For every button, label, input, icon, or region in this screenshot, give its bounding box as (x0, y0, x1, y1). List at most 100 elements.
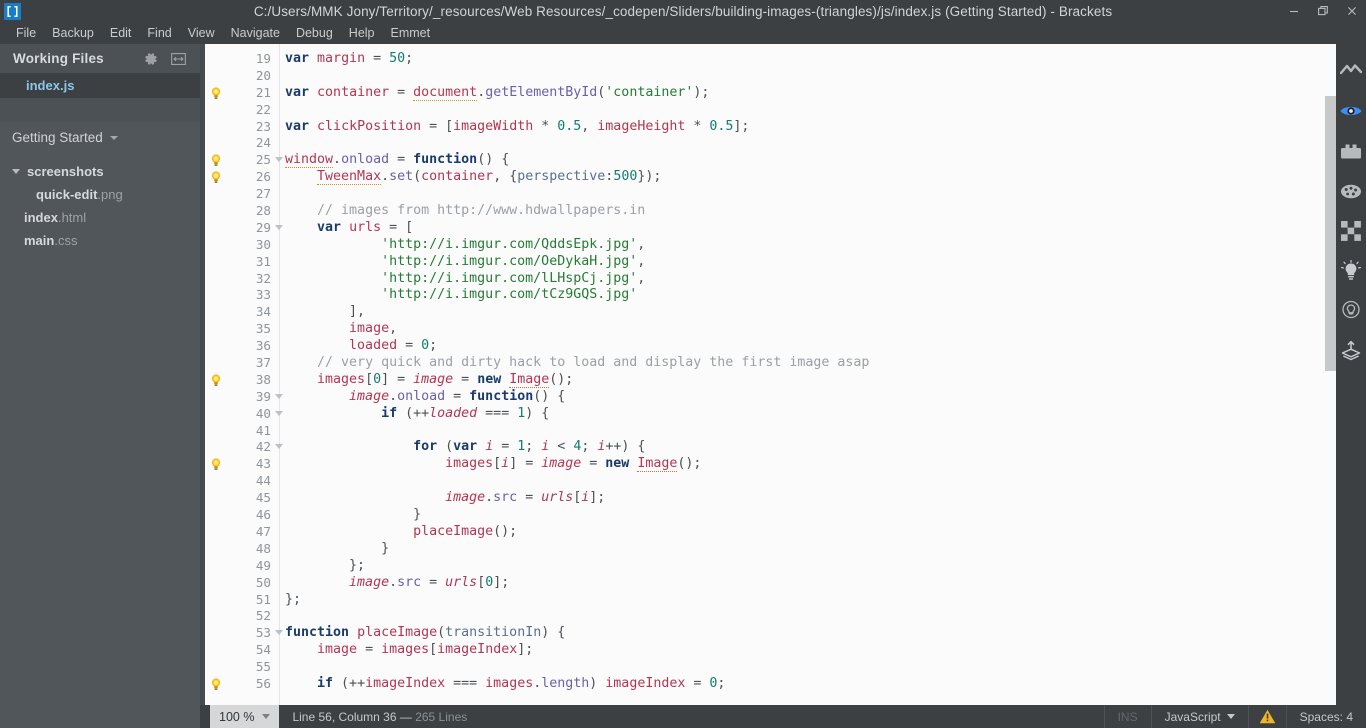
lightbulb-off-icon[interactable] (1338, 298, 1364, 324)
code-line[interactable]: 26 TweenMax.set(container, {perspective:… (205, 169, 1337, 186)
menu-bar: File Backup Edit Find View Navigate Debu… (0, 22, 1366, 44)
quick-edit-bulb-icon[interactable] (209, 457, 225, 472)
code-line[interactable]: 22 (205, 102, 1337, 119)
overwrite-mode-indicator[interactable]: INS (1103, 705, 1151, 728)
code-fold-triangle-icon[interactable] (275, 157, 283, 163)
code-line[interactable]: 46 } (205, 507, 1337, 524)
chevron-down-icon[interactable] (1226, 714, 1235, 719)
code-token: Image (509, 371, 550, 388)
lightbulb-on-icon[interactable] (1338, 258, 1364, 284)
close-button[interactable] (1337, 0, 1366, 22)
quick-edit-bulb-icon[interactable] (209, 153, 225, 168)
code-line[interactable]: 50 image.src = urls[0]; (205, 575, 1337, 592)
chevron-down-icon[interactable] (109, 136, 118, 140)
menu-find[interactable]: Find (139, 24, 179, 42)
language-selector[interactable]: JavaScript (1150, 705, 1248, 728)
code-editor[interactable]: 19 var margin = 50; 20 21 var container = do… (205, 44, 1337, 705)
code-line[interactable]: 33 'http://i.imgur.com/tCz9GQS.jpg' (205, 287, 1337, 304)
chevron-down-icon[interactable] (12, 169, 20, 174)
code-line[interactable]: 47 placeImage(); (205, 524, 1337, 541)
menu-navigate[interactable]: Navigate (223, 24, 288, 42)
working-file-index-js[interactable]: index .js (0, 73, 200, 98)
code-line[interactable]: 30 'http://i.imgur.com/QddsEpk.jpg', (205, 237, 1337, 254)
code-line[interactable]: 43 images[i] = image = new Image(); (205, 456, 1337, 473)
code-line[interactable]: 44 (205, 473, 1337, 490)
code-line[interactable]: 40 if (++loaded === 1) { (205, 406, 1337, 423)
code-token: = (357, 642, 382, 658)
menu-file[interactable]: File (8, 24, 44, 42)
restore-button[interactable] (1308, 0, 1337, 22)
checkerboard-icon[interactable] (1338, 218, 1364, 244)
code-token: ; (525, 439, 542, 455)
code-line[interactable]: 49 }; (205, 558, 1337, 575)
line-number: 45 (255, 490, 271, 506)
code-line[interactable]: 37 // very quick and dirty hack to load … (205, 355, 1337, 372)
code-token: (++ (397, 405, 430, 421)
code-line[interactable]: 31 'http://i.imgur.com/OeDykaH.jpg', (205, 254, 1337, 271)
code-line[interactable]: 34 ], (205, 304, 1337, 321)
code-fold-triangle-icon[interactable] (275, 410, 283, 416)
code-lines[interactable]: 19 var margin = 50; 20 21 var container = do… (205, 44, 1337, 705)
project-header[interactable]: Getting Started (0, 122, 200, 152)
code-line[interactable]: 56 if (++imageIndex === images.length) i… (205, 676, 1337, 693)
code-line[interactable]: 25 window.onload = function() { (205, 152, 1337, 169)
tree-file-index-html[interactable]: index .html (0, 206, 200, 229)
tree-folder-screenshots[interactable]: screenshots (0, 160, 200, 183)
chevron-down-icon[interactable] (262, 714, 271, 719)
code-line[interactable]: 53 function placeImage(transitionIn) { (205, 625, 1337, 642)
code-line[interactable]: 32 'http://i.imgur.com/lLHspCj.jpg', (205, 271, 1337, 288)
code-line[interactable]: 38 images[0] = image = new Image(); (205, 371, 1337, 389)
code-line[interactable]: 48 } (205, 541, 1337, 558)
tree-item-base: quick-edit (36, 187, 98, 202)
quick-edit-bulb-icon[interactable] (209, 170, 225, 185)
eye-icon[interactable] (1338, 98, 1364, 124)
code-line[interactable]: 41 (205, 423, 1337, 440)
palette-icon[interactable] (1338, 178, 1364, 204)
code-line[interactable]: 54 image = images[imageIndex]; (205, 642, 1337, 659)
indent-setting[interactable]: Spaces: 4 (1285, 705, 1366, 728)
tree-file-quick-edit-png[interactable]: quick-edit .png (0, 183, 200, 206)
code-fold-triangle-icon[interactable] (275, 444, 283, 450)
code-line[interactable]: 21 var container = document.getElementByI… (205, 84, 1337, 102)
menu-view[interactable]: View (180, 24, 223, 42)
code-line[interactable]: 20 (205, 68, 1337, 85)
menu-backup[interactable]: Backup (44, 24, 102, 42)
quick-edit-bulb-icon[interactable] (209, 373, 225, 388)
menu-edit[interactable]: Edit (102, 24, 140, 42)
code-token: ) { (541, 625, 566, 641)
quick-edit-bulb-icon[interactable] (209, 86, 225, 101)
code-line[interactable]: 52 (205, 608, 1337, 625)
scrollbar-thumb[interactable] (1325, 96, 1336, 371)
code-line[interactable]: 39 image.onload = function() { (205, 389, 1337, 406)
problems-indicator[interactable] (1247, 705, 1286, 728)
code-line[interactable]: 42 for (var i = 1; i < 4; i++) { (205, 439, 1337, 456)
gear-icon[interactable] (144, 52, 158, 66)
code-line[interactable]: 28 // images from http://www.hdwallpaper… (205, 203, 1337, 220)
quick-edit-bulb-icon[interactable] (209, 677, 225, 692)
code-line[interactable]: 19 var margin = 50; (205, 51, 1337, 68)
menu-emmet[interactable]: Emmet (383, 24, 439, 42)
code-fold-triangle-icon[interactable] (275, 630, 283, 636)
zoom-level-control[interactable]: 100 % (210, 705, 280, 728)
tree-file-main-css[interactable]: main .css (0, 229, 200, 252)
code-line[interactable]: 35 image, (205, 321, 1337, 338)
code-token: var (285, 51, 310, 66)
layers-upload-icon[interactable] (1338, 338, 1364, 364)
code-line[interactable]: 55 (205, 659, 1337, 676)
minimize-button[interactable] (1279, 0, 1308, 22)
code-line[interactable]: 36 loaded = 0; (205, 338, 1337, 355)
code-line[interactable]: 51}; (205, 592, 1337, 609)
live-preview-icon[interactable] (1338, 58, 1364, 84)
split-view-icon[interactable] (171, 52, 186, 65)
cursor-position-text: Line 56, Column 36 — (292, 709, 416, 724)
toolbox-icon[interactable] (1338, 138, 1364, 164)
code-line[interactable]: 45 image.src = urls[i]; (205, 490, 1337, 507)
menu-help[interactable]: Help (341, 24, 383, 42)
code-line[interactable]: 27 (205, 186, 1337, 203)
code-line[interactable]: 24 (205, 135, 1337, 152)
menu-debug[interactable]: Debug (288, 24, 341, 42)
code-line[interactable]: 29 var urls = [ (205, 220, 1337, 237)
code-fold-triangle-icon[interactable] (275, 224, 283, 230)
code-fold-triangle-icon[interactable] (275, 393, 283, 399)
code-line[interactable]: 23 var clickPosition = [imageWidth * 0.5,… (205, 119, 1337, 136)
